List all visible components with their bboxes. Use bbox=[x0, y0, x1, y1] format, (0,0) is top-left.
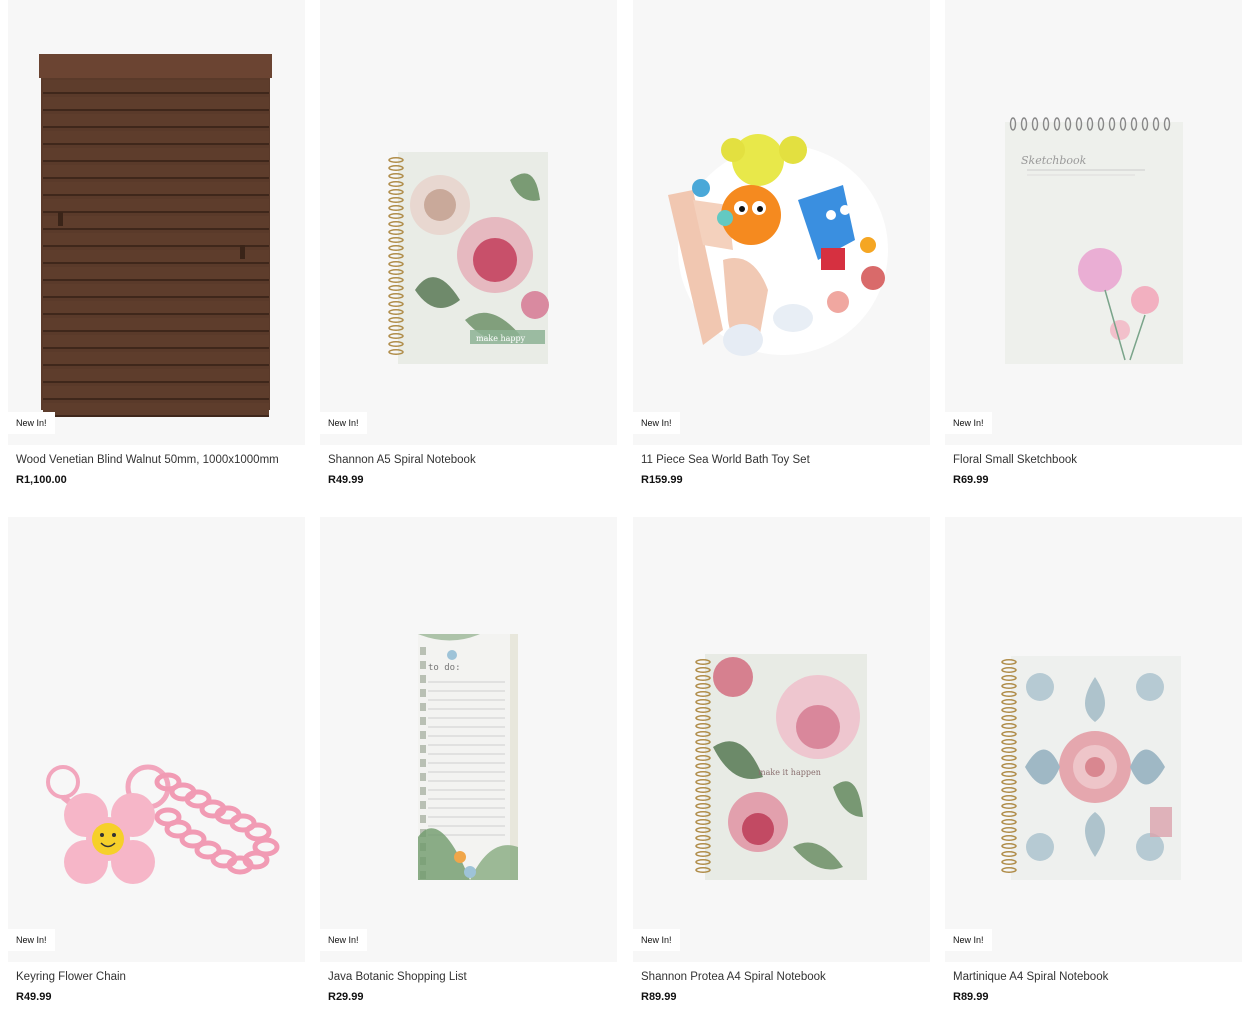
new-in-badge: New In! bbox=[945, 929, 992, 951]
bath-toys-image bbox=[668, 134, 888, 356]
product-price: R49.99 bbox=[328, 474, 364, 486]
product-image[interactable]: make it happen bbox=[633, 517, 930, 962]
sketchbook-image: Sketchbook bbox=[1005, 117, 1183, 364]
martinique-notebook-image bbox=[1001, 656, 1181, 880]
product-price: R49.99 bbox=[16, 991, 52, 1003]
new-in-badge: New In! bbox=[8, 412, 55, 434]
product-title[interactable]: Shannon Protea A4 Spiral Notebook bbox=[641, 971, 926, 983]
product-price: R69.99 bbox=[953, 474, 989, 486]
product-image[interactable] bbox=[633, 0, 930, 445]
product-title[interactable]: Floral Small Sketchbook bbox=[953, 454, 1238, 466]
sketchbook-cover-label: Sketchbook bbox=[1021, 154, 1087, 167]
product-image[interactable] bbox=[945, 517, 1242, 962]
protea-notebook-image: make it happen bbox=[695, 654, 867, 880]
shopping-list-image: to do: bbox=[418, 634, 518, 880]
new-in-badge: New In! bbox=[320, 412, 367, 434]
product-title[interactable]: Java Botanic Shopping List bbox=[328, 971, 613, 983]
product-price: R89.99 bbox=[953, 991, 989, 1003]
product-title[interactable]: Keyring Flower Chain bbox=[16, 971, 301, 983]
shopping-list-label: to do: bbox=[428, 663, 461, 673]
product-title[interactable]: Wood Venetian Blind Walnut 50mm, 1000x10… bbox=[16, 454, 301, 466]
product-image[interactable]: to do: bbox=[320, 517, 617, 962]
product-image[interactable]: Sketchbook bbox=[945, 0, 1242, 445]
new-in-badge: New In! bbox=[633, 929, 680, 951]
product-image[interactable] bbox=[8, 0, 305, 445]
venetian-blind-image bbox=[39, 54, 272, 417]
product-image[interactable]: make happy bbox=[320, 0, 617, 445]
product-image[interactable] bbox=[8, 517, 305, 962]
product-price: R159.99 bbox=[641, 474, 683, 486]
protea-cover-label: make it happen bbox=[758, 768, 821, 777]
product-price: R89.99 bbox=[641, 991, 677, 1003]
notebook-cover-label: make happy bbox=[476, 334, 526, 343]
keyring-image bbox=[46, 764, 280, 884]
floral-notebook-image: make happy bbox=[388, 152, 549, 364]
product-title[interactable]: Martinique A4 Spiral Notebook bbox=[953, 971, 1238, 983]
new-in-badge: New In! bbox=[945, 412, 992, 434]
product-price: R1,100.00 bbox=[16, 474, 67, 486]
product-price: R29.99 bbox=[328, 991, 364, 1003]
new-in-badge: New In! bbox=[320, 929, 367, 951]
new-in-badge: New In! bbox=[633, 412, 680, 434]
new-in-badge: New In! bbox=[8, 929, 55, 951]
product-title[interactable]: 11 Piece Sea World Bath Toy Set bbox=[641, 454, 926, 466]
product-title[interactable]: Shannon A5 Spiral Notebook bbox=[328, 454, 613, 466]
